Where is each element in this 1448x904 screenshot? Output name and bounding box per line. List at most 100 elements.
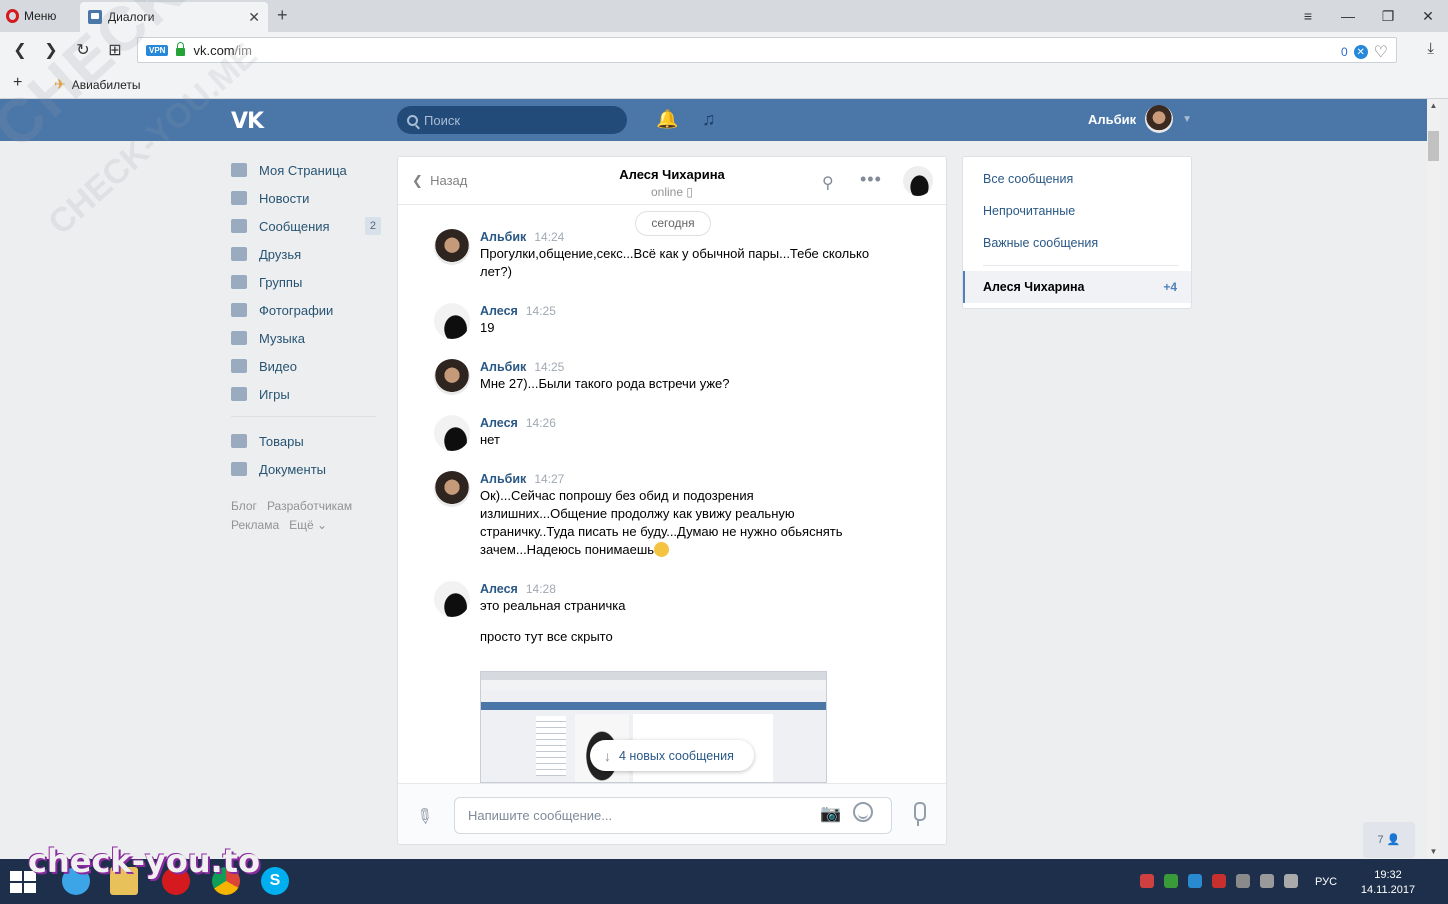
sidebar-item-messages[interactable]: Сообщения 2 — [231, 212, 381, 240]
new-messages-button[interactable]: ↓ 4 новых сообщения — [590, 740, 754, 771]
forward-arrow-icon[interactable]: ❯ — [41, 40, 61, 60]
chat-header: ❮ Назад Алеся Чихарина online ▯ ⚲ ••• — [398, 157, 946, 205]
music-note-icon[interactable]: ♫ — [702, 109, 716, 130]
reload-icon[interactable]: ↻ — [73, 40, 93, 60]
message-time[interactable]: 14:25 — [534, 360, 564, 374]
url-field[interactable]: VPN vk.com/im 0 ✕ ♡ — [137, 37, 1397, 63]
user-menu[interactable]: Альбик ▼ — [1088, 105, 1192, 133]
tray-app-icon[interactable] — [1212, 874, 1226, 888]
search-icon[interactable]: ⚲ — [822, 173, 834, 193]
new-tab-icon[interactable]: + — [277, 6, 288, 24]
more-options-icon[interactable]: ••• — [860, 169, 882, 190]
sidebar-item-friends[interactable]: Друзья — [231, 240, 381, 268]
message-time[interactable]: 14:28 — [526, 582, 556, 596]
filter-unread[interactable]: Непрочитанные — [983, 204, 1075, 218]
avatar[interactable] — [434, 471, 470, 507]
active-dialog-item[interactable]: Алеся Чихарина +4 — [963, 271, 1191, 303]
sidebar-item-games[interactable]: Игры — [231, 380, 381, 408]
bookmark-heart-icon[interactable]: ♡ — [1374, 42, 1388, 62]
peer-avatar[interactable] — [903, 166, 933, 196]
avatar[interactable] — [434, 229, 470, 265]
footer-link-more[interactable]: Ещё ⌄ — [289, 518, 327, 532]
sidebar-item-my-page[interactable]: Моя Страница — [231, 156, 381, 184]
restore-icon[interactable]: ❐ — [1368, 0, 1408, 32]
scroll-up-icon[interactable]: ▲ — [1427, 101, 1440, 110]
footer-link-blog[interactable]: Блог — [231, 499, 257, 513]
message-author[interactable]: Альбик — [480, 230, 526, 244]
message-author[interactable]: Алеся — [480, 304, 518, 318]
network-icon[interactable] — [1260, 874, 1274, 888]
sidebar-item-label: Друзья — [259, 246, 302, 262]
speed-dial-icon[interactable]: ⊞ — [105, 40, 125, 60]
volume-icon[interactable] — [1284, 874, 1298, 888]
language-indicator[interactable]: РУС — [1315, 876, 1337, 888]
smile-icon[interactable] — [853, 802, 873, 822]
sidebar-footer: Блог Разработчикам Реклама Ещё ⌄ — [231, 497, 381, 535]
footer-link-developers[interactable]: Разработчикам — [267, 499, 352, 513]
tab-dialogs[interactable]: Диалоги ✕ — [80, 2, 268, 32]
message-author[interactable]: Альбик — [480, 360, 526, 374]
windows-start-icon[interactable] — [10, 871, 36, 893]
sidebar-item-photos[interactable]: Фотографии — [231, 296, 381, 324]
tray-app-icon[interactable] — [1188, 874, 1202, 888]
vpn-badge[interactable]: VPN — [146, 44, 169, 56]
lock-icon[interactable] — [176, 42, 186, 56]
skype-icon[interactable]: S — [261, 867, 289, 895]
message-author[interactable]: Альбик — [480, 472, 526, 486]
download-icon[interactable]: ⤓ — [1427, 40, 1434, 57]
message-author[interactable]: Алеся — [480, 416, 518, 430]
sidebar-item-groups[interactable]: Группы — [231, 268, 381, 296]
back-arrow-icon[interactable]: ❮ — [10, 40, 30, 60]
add-bookmark-icon[interactable]: + — [13, 74, 22, 92]
close-window-icon[interactable]: ✕ — [1408, 0, 1448, 32]
vk-logo[interactable]: VK — [231, 109, 264, 134]
message-time[interactable]: 14:27 — [534, 472, 564, 486]
message-text: нет — [480, 432, 500, 447]
filter-all-messages[interactable]: Все сообщения — [983, 172, 1073, 186]
opera-menu-button[interactable]: Меню — [6, 6, 56, 26]
filter-important[interactable]: Важные сообщения — [983, 236, 1098, 250]
internet-explorer-icon[interactable] — [62, 867, 90, 895]
sidebar-item-music[interactable]: Музыка — [231, 324, 381, 352]
clock[interactable]: 19:32 14.11.2017 — [1360, 868, 1416, 898]
tray-app-icon[interactable] — [1164, 874, 1178, 888]
avatar[interactable] — [434, 415, 470, 451]
message-author[interactable]: Алеся — [480, 582, 518, 596]
minimize-icon[interactable]: — — [1328, 0, 1368, 32]
microphone-icon[interactable] — [910, 802, 926, 828]
scroll-down-icon[interactable]: ▼ — [1427, 847, 1440, 856]
footer-link-ads[interactable]: Реклама — [231, 518, 279, 532]
tray-app-icon[interactable] — [1140, 874, 1154, 888]
opera-icon[interactable] — [162, 867, 190, 895]
message-time[interactable]: 14:24 — [534, 230, 564, 244]
camera-icon[interactable]: 📷 — [820, 804, 841, 824]
tab-menu-icon[interactable]: ≡ — [1288, 0, 1328, 32]
chrome-icon[interactable] — [212, 867, 240, 895]
avatar[interactable] — [434, 303, 470, 339]
new-messages-label: 4 новых сообщения — [619, 748, 734, 763]
tray-app-icon[interactable] — [1236, 874, 1250, 888]
file-explorer-icon[interactable] — [110, 867, 138, 895]
paperclip-icon[interactable]: ✎ — [410, 802, 439, 832]
adblock-icon[interactable]: ✕ — [1353, 45, 1368, 59]
clock-date: 14.11.2017 — [1360, 884, 1416, 896]
bookmark-aviabilety[interactable]: ✈ Авиабилеты — [54, 76, 140, 93]
page-scrollbar[interactable]: ▲ ▼ — [1427, 99, 1440, 859]
search-input[interactable]: Поиск — [397, 106, 627, 134]
friends-online-button[interactable]: 7 👤 — [1363, 822, 1415, 858]
message-time[interactable]: 14:25 — [526, 304, 556, 318]
message-time[interactable]: 14:26 — [526, 416, 556, 430]
scroll-thumb[interactable] — [1428, 131, 1439, 161]
avatar[interactable] — [434, 359, 470, 395]
vk-favicon-icon — [88, 10, 102, 24]
sidebar-item-news[interactable]: Новости — [231, 184, 381, 212]
tab-close-icon[interactable]: ✕ — [248, 9, 260, 26]
browser-tab-bar: Меню Диалоги ✕ + ≡ — ❐ ✕ — [0, 0, 1448, 32]
sidebar-item-video[interactable]: Видео — [231, 352, 381, 380]
notifications-bell-icon[interactable]: 🔔 — [656, 109, 678, 130]
sidebar-item-goods[interactable]: Товары — [231, 427, 381, 455]
sidebar-item-documents[interactable]: Документы — [231, 455, 381, 483]
avatar[interactable] — [434, 581, 470, 617]
sidebar-item-label: Фотографии — [259, 302, 334, 318]
message-text: Прогулки,общение,секс...Всё как у обычно… — [480, 246, 870, 279]
